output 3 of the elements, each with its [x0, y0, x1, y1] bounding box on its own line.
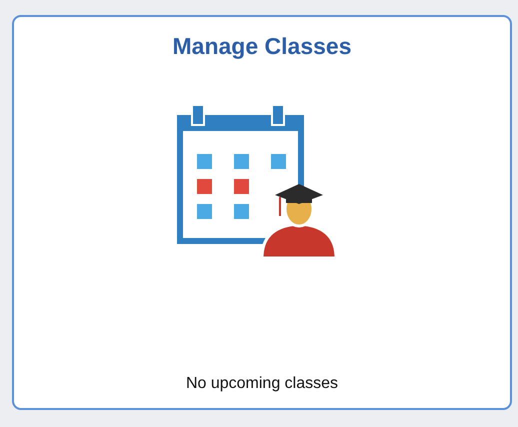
tile-card[interactable]: Manage Classes No upcoming classes	[12, 15, 512, 410]
tile-title: Manage Classes	[172, 33, 352, 60]
status-message: No upcoming classes	[186, 375, 338, 393]
